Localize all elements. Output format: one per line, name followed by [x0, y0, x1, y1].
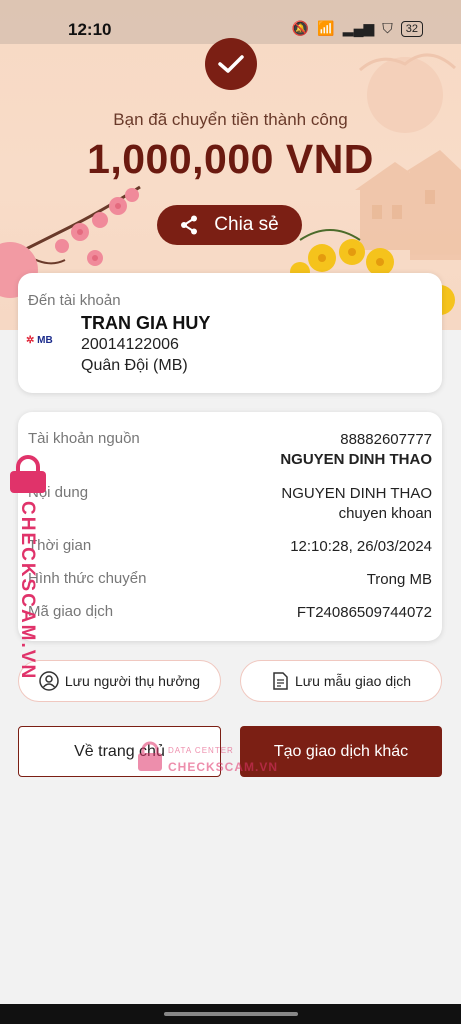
home-indicator[interactable]	[164, 1012, 298, 1016]
signal-icon: ▂▄▆	[342, 20, 375, 36]
source-account-number: 88882607777	[340, 431, 432, 448]
success-message: Bạn đã chuyển tiền thành công	[113, 110, 348, 129]
transfer-amount: 1,000,000 VND	[87, 136, 374, 182]
system-nav-bar	[0, 1004, 461, 1024]
source-account-row: Tài khoản nguồn 88882607777 NGUYEN DINH T…	[28, 430, 432, 470]
transaction-details-card: Tài khoản nguồn 88882607777 NGUYEN DINH T…	[18, 412, 442, 641]
recipient-account: 20014122006	[81, 336, 179, 353]
lock-icon	[10, 455, 46, 493]
recipient-name: TRAN GIA HUY	[81, 313, 211, 333]
save-template-button[interactable]: Lưu mẫu giao dịch	[240, 660, 442, 702]
battery-icon: 32	[400, 20, 423, 37]
watermark-side: CHECKSCAM.VN	[4, 455, 48, 681]
share-button[interactable]: Chia sẻ	[157, 205, 302, 245]
lock-icon-center	[138, 741, 162, 771]
content-row: Nội dung NGUYEN DINH THAO chuyen khoan	[28, 484, 432, 524]
content-line1: NGUYEN DINH THAO	[281, 485, 432, 502]
watermark-sub: DATA CENTER	[168, 746, 234, 755]
watermark-center: DATA CENTER CHECKSCAM.VN	[136, 740, 277, 779]
transaction-id-row: Mã giao dịch FT24086509744072	[28, 603, 432, 623]
watermark-brand: CHECKSCAM.VN	[17, 501, 38, 681]
save-template-label: Lưu mẫu giao dịch	[295, 673, 411, 689]
mute-icon: 🔕	[291, 20, 310, 36]
shield-icon: ⛉	[382, 20, 393, 36]
wifi-icon: 📶	[317, 20, 335, 36]
success-check-icon	[205, 38, 257, 90]
recipient-bank: Quân Đội (MB)	[81, 357, 188, 374]
share-label: Chia sẻ	[214, 214, 279, 235]
time-value: 12:10:28, 26/03/2024	[290, 538, 432, 555]
share-icon	[181, 215, 198, 235]
source-account-name: NGUYEN DINH THAO	[280, 451, 432, 468]
watermark-brand-center: CHECKSCAM.VN	[168, 760, 279, 774]
transaction-id-value: FT24086509744072	[296, 604, 432, 621]
user-icon	[39, 671, 59, 691]
recipient-label: Đến tài khoản	[28, 292, 121, 309]
save-beneficiary-button[interactable]: Lưu người thụ hưởng	[18, 660, 221, 702]
save-beneficiary-label: Lưu người thụ hưởng	[64, 673, 201, 689]
content-line2: chuyen khoan	[338, 505, 432, 522]
method-value: Trong MB	[366, 571, 432, 588]
recipient-card: Đến tài khoản ✲ MB TRAN GIA HUY 20014122…	[18, 273, 442, 393]
mb-bank-logo: ✲ MB	[26, 335, 53, 346]
document-icon	[273, 672, 288, 690]
time-row: Thời gian 12:10:28, 26/03/2024	[28, 537, 432, 557]
status-time: 12:10	[68, 20, 112, 39]
method-row: Hình thức chuyển Trong MB	[28, 570, 432, 590]
status-icons: 🔕 📶 ▂▄▆ ⛉ 32	[292, 20, 423, 37]
